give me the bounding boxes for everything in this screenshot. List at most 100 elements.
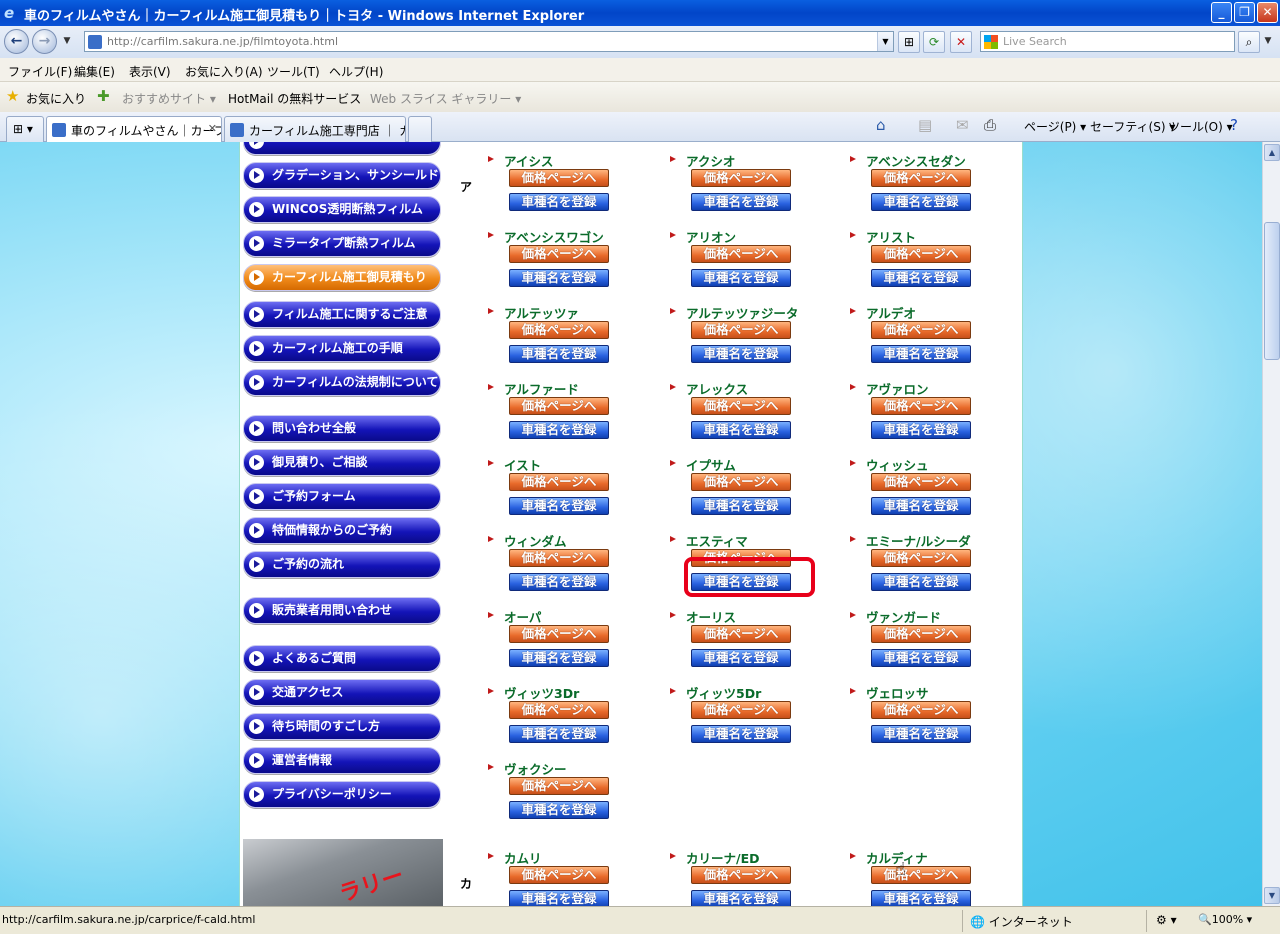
vertical-scrollbar[interactable]: ▲ ▼ (1262, 142, 1280, 906)
register-car-button[interactable]: 車種名を登録 (871, 890, 971, 906)
close-tab-icon[interactable]: ✕ (208, 122, 217, 135)
register-car-button[interactable]: 車種名を登録 (871, 497, 971, 515)
register-car-button[interactable]: 車種名を登録 (871, 649, 971, 667)
zoom-level[interactable]: 🔍100% ▾ (1198, 913, 1252, 926)
price-page-button[interactable]: 価格ページへ (871, 397, 971, 415)
price-page-button[interactable]: 価格ページへ (691, 866, 791, 884)
sidebar-item[interactable]: WINCOS透明断熱フィルム (243, 196, 441, 223)
price-page-button[interactable]: 価格ページへ (871, 245, 971, 263)
sidebar-item-partial[interactable] (243, 142, 441, 155)
price-page-button[interactable]: 価格ページへ (509, 701, 609, 719)
menu-tools[interactable]: ツール(T) (267, 63, 320, 80)
protected-mode-icon[interactable]: ⚙ ▾ (1156, 913, 1177, 927)
back-button[interactable]: ← (4, 29, 29, 54)
add-favorite-icon[interactable]: ✚ (97, 87, 110, 105)
price-page-button[interactable]: 価格ページへ (509, 625, 609, 643)
register-car-button[interactable]: 車種名を登録 (509, 649, 609, 667)
sidebar-item[interactable]: カーフィルムの法規制について (243, 369, 441, 396)
price-page-button[interactable]: 価格ページへ (691, 245, 791, 263)
register-car-button[interactable]: 車種名を登録 (509, 193, 609, 211)
tab-carfilm-shop[interactable]: カーフィルム施工専門店 ｜ ガ... (224, 116, 406, 142)
menu-edit[interactable]: 編集(E) (74, 63, 115, 80)
menu-favorites[interactable]: お気に入り(A) (185, 63, 263, 80)
quick-tabs-button[interactable]: ⊞ ▾ (6, 116, 44, 142)
price-page-button[interactable]: 価格ページへ (871, 625, 971, 643)
price-page-button[interactable]: 価格ページへ (871, 321, 971, 339)
sidebar-item[interactable]: よくあるご質問 (243, 645, 441, 672)
tab-carfilm-toyota[interactable]: 車のフィルムやさん｜カーフ... ✕ (46, 116, 222, 142)
minimize-button[interactable]: _ (1211, 2, 1232, 23)
sidebar-photo[interactable]: ラリー (243, 839, 443, 906)
sidebar-item[interactable]: カーフィルム施工御見積もり (243, 264, 441, 291)
register-car-button[interactable]: 車種名を登録 (871, 269, 971, 287)
register-car-button[interactable]: 車種名を登録 (509, 801, 609, 819)
recent-pages-dropdown[interactable]: ▼ (62, 36, 72, 48)
sidebar-item[interactable]: 交通アクセス (243, 679, 441, 706)
price-page-button[interactable]: 価格ページへ (509, 866, 609, 884)
register-car-button[interactable]: 車種名を登録 (691, 345, 791, 363)
stop-button[interactable]: ✕ (950, 31, 972, 53)
price-page-button[interactable]: 価格ページへ (691, 625, 791, 643)
sidebar-item[interactable]: ご予約の流れ (243, 551, 441, 578)
sidebar-item[interactable]: 特価情報からのご予約 (243, 517, 441, 544)
safety-menu[interactable]: セーフティ(S) ▾ (1090, 118, 1175, 135)
sidebar-item[interactable]: 待ち時間のすごし方 (243, 713, 441, 740)
price-page-button[interactable]: 価格ページへ (691, 473, 791, 491)
search-input[interactable]: Live Search (980, 31, 1235, 52)
scroll-thumb[interactable] (1264, 222, 1280, 360)
mail-icon[interactable]: ✉ (956, 116, 969, 134)
register-car-button[interactable]: 車種名を登録 (691, 649, 791, 667)
sidebar-item[interactable]: カーフィルム施工の手順 (243, 335, 441, 362)
price-page-button[interactable]: 価格ページへ (871, 473, 971, 491)
sidebar-item[interactable]: フィルム施工に関するご注意 (243, 301, 441, 328)
register-car-button[interactable]: 車種名を登録 (691, 193, 791, 211)
register-car-button[interactable]: 車種名を登録 (691, 269, 791, 287)
register-car-button[interactable]: 車種名を登録 (509, 421, 609, 439)
price-page-button[interactable]: 価格ページへ (509, 169, 609, 187)
address-dropdown-icon[interactable]: ▼ (877, 32, 893, 51)
sidebar-item[interactable]: プライバシーポリシー (243, 781, 441, 808)
register-car-button[interactable]: 車種名を登録 (691, 725, 791, 743)
price-page-button[interactable]: 価格ページへ (871, 866, 971, 884)
register-car-button[interactable]: 車種名を登録 (691, 890, 791, 906)
menu-help[interactable]: ヘルプ(H) (329, 63, 383, 80)
register-car-button[interactable]: 車種名を登録 (509, 890, 609, 906)
close-window-button[interactable]: ✕ (1257, 2, 1278, 23)
register-car-button[interactable]: 車種名を登録 (871, 421, 971, 439)
register-car-button[interactable]: 車種名を登録 (509, 725, 609, 743)
price-page-button[interactable]: 価格ページへ (691, 397, 791, 415)
price-page-button[interactable]: 価格ページへ (871, 169, 971, 187)
page-menu[interactable]: ページ(P) ▾ (1024, 118, 1086, 135)
help-icon[interactable]: ? (1230, 116, 1238, 134)
price-page-button[interactable]: 価格ページへ (509, 473, 609, 491)
scroll-up-icon[interactable]: ▲ (1264, 144, 1280, 161)
price-page-button[interactable]: 価格ページへ (509, 397, 609, 415)
maximize-button[interactable]: ❐ (1234, 2, 1255, 23)
home-icon[interactable]: ⌂ (876, 116, 886, 134)
register-car-button[interactable]: 車種名を登録 (871, 345, 971, 363)
fav-hotmail[interactable]: HotMail の無料サービス (228, 90, 361, 107)
register-car-button[interactable]: 車種名を登録 (871, 573, 971, 591)
fav-web-slice-gallery[interactable]: Web スライス ギャラリー ▾ (370, 90, 521, 107)
menu-file[interactable]: ファイル(F) (8, 63, 72, 80)
tools-menu[interactable]: ツール(O) ▾ (1168, 118, 1233, 135)
register-car-button[interactable]: 車種名を登録 (871, 725, 971, 743)
register-car-button[interactable]: 車種名を登録 (691, 497, 791, 515)
register-car-button[interactable]: 車種名を登録 (509, 497, 609, 515)
sidebar-item[interactable]: ご予約フォーム (243, 483, 441, 510)
sidebar-item[interactable]: 御見積り、ご相談 (243, 449, 441, 476)
menu-view[interactable]: 表示(V) (129, 63, 171, 80)
price-page-button[interactable]: 価格ページへ (509, 321, 609, 339)
register-car-button[interactable]: 車種名を登録 (509, 345, 609, 363)
register-car-button[interactable]: 車種名を登録 (871, 193, 971, 211)
favorites-button[interactable]: お気に入り (26, 90, 86, 107)
print-icon[interactable]: ⎙ (984, 116, 996, 134)
sidebar-item[interactable]: 問い合わせ全般 (243, 415, 441, 442)
search-options-dropdown[interactable]: ▼ (1263, 36, 1273, 48)
price-page-button[interactable]: 価格ページへ (871, 701, 971, 719)
price-page-button[interactable]: 価格ページへ (871, 549, 971, 567)
compatibility-view-button[interactable]: ⊞ (898, 31, 920, 53)
search-button[interactable]: ⌕ (1238, 31, 1260, 53)
register-car-button[interactable]: 車種名を登録 (509, 269, 609, 287)
register-car-button[interactable]: 車種名を登録 (509, 573, 609, 591)
